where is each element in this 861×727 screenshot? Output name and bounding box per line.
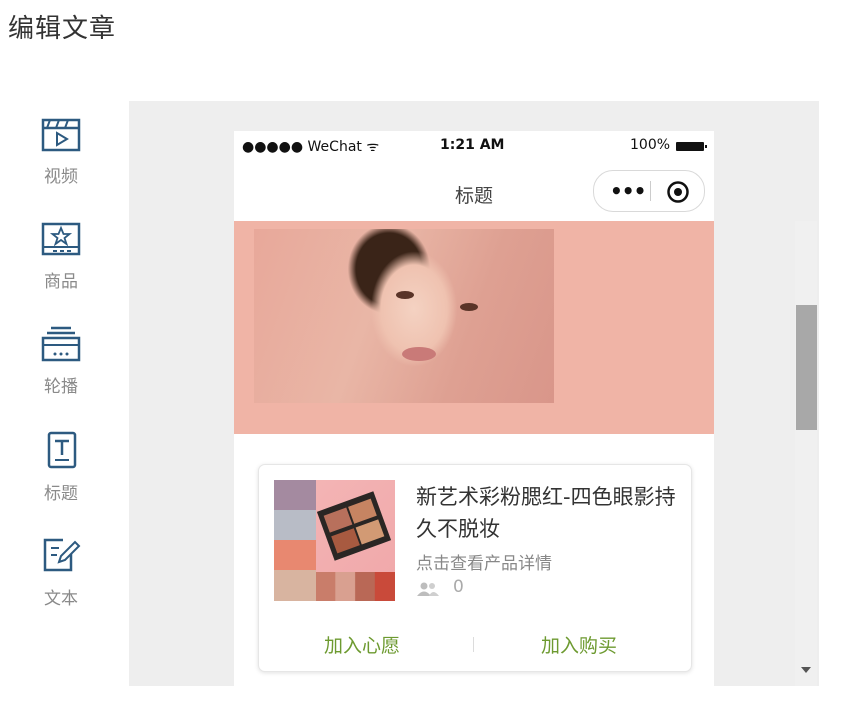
product-name: 新艺术彩粉腮红-四色眼影持久不脱妆 bbox=[416, 485, 676, 541]
people-icon bbox=[416, 581, 440, 601]
thumb-swatch bbox=[274, 570, 316, 601]
phone-preview: ●●●●● WeChat ᯤ 1:21 AM 100% 标题 ••• 新艺术彩粉… bbox=[234, 131, 714, 686]
palette-swatch bbox=[348, 498, 377, 524]
tool-label: 视频 bbox=[44, 167, 78, 187]
title-icon bbox=[30, 431, 92, 469]
product-detail-link[interactable]: 点击查看产品详情 bbox=[416, 549, 552, 574]
product-thumbnail bbox=[274, 480, 395, 601]
color-strip bbox=[316, 572, 395, 601]
text-icon bbox=[30, 536, 92, 574]
product-icon bbox=[30, 221, 92, 257]
tool-product[interactable]: 商品 bbox=[30, 221, 92, 292]
action-divider bbox=[473, 637, 474, 652]
battery-text: 100% bbox=[630, 137, 671, 153]
battery-icon bbox=[676, 142, 707, 151]
portrait-eye bbox=[396, 291, 414, 299]
product-card[interactable]: 新艺术彩粉腮红-四色眼影持久不脱妆 点击查看产品详情 0 加入心愿 加入购买 bbox=[258, 464, 692, 672]
carousel-icon bbox=[30, 326, 92, 362]
close-target-icon[interactable] bbox=[666, 180, 690, 208]
vertical-scrollbar[interactable] bbox=[795, 221, 817, 686]
thumb-swatch bbox=[274, 540, 316, 570]
tool-carousel[interactable]: 轮播 bbox=[30, 326, 92, 397]
capsule-divider bbox=[650, 181, 651, 201]
nav-bar: 标题 ••• bbox=[234, 161, 714, 221]
carrier-text: ●●●●● WeChat ᯤ bbox=[242, 139, 380, 155]
editor-canvas: ●●●●● WeChat ᯤ 1:21 AM 100% 标题 ••• 新艺术彩粉… bbox=[129, 101, 819, 686]
scrollbar-thumb[interactable] bbox=[796, 305, 817, 430]
status-bar: ●●●●● WeChat ᯤ 1:21 AM 100% bbox=[234, 131, 714, 161]
tool-text[interactable]: 文本 bbox=[30, 536, 92, 609]
clock-text: 1:21 AM bbox=[440, 137, 505, 153]
video-icon bbox=[30, 116, 92, 152]
scroll-down-arrow-icon[interactable] bbox=[801, 667, 811, 673]
banner-image bbox=[254, 229, 554, 403]
thumb-swatch bbox=[274, 480, 316, 510]
tool-label: 商品 bbox=[44, 272, 78, 292]
thumb-swatch bbox=[274, 510, 316, 540]
page-title: 编辑文章 bbox=[8, 14, 117, 44]
add-to-cart-button[interactable]: 加入购买 bbox=[541, 631, 617, 658]
palette-swatch bbox=[331, 528, 360, 554]
tool-label: 标题 bbox=[44, 484, 78, 504]
more-icon[interactable]: ••• bbox=[610, 179, 646, 203]
tool-label: 轮播 bbox=[44, 377, 78, 397]
palette-swatch bbox=[355, 519, 385, 545]
portrait-eye bbox=[460, 303, 478, 311]
palette-swatch bbox=[323, 507, 353, 533]
portrait-lips bbox=[402, 347, 436, 361]
eyeshadow-palette bbox=[316, 491, 392, 561]
carousel-banner[interactable] bbox=[234, 221, 714, 434]
add-to-wishlist-button[interactable]: 加入心愿 bbox=[324, 631, 400, 658]
tool-video[interactable]: 视频 bbox=[30, 116, 92, 187]
tool-label: 文本 bbox=[44, 589, 78, 609]
miniprogram-capsule: ••• bbox=[593, 170, 705, 212]
like-count: 0 bbox=[453, 577, 464, 597]
tool-title[interactable]: 标题 bbox=[30, 431, 92, 504]
